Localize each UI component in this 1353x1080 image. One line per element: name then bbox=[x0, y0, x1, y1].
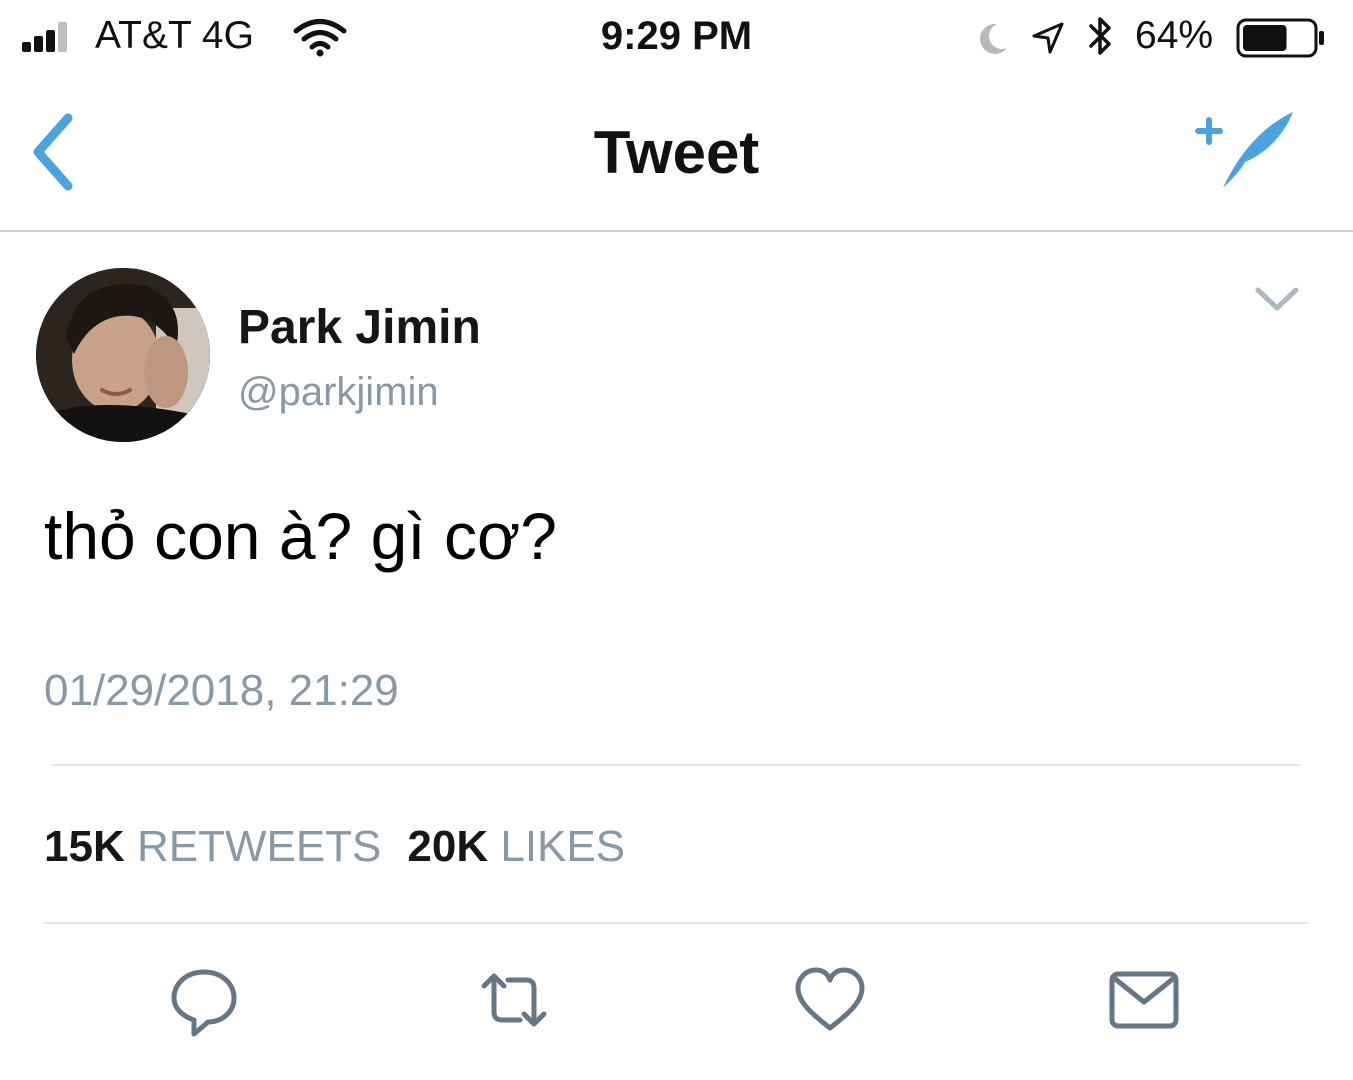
display-name[interactable]: Park Jimin bbox=[238, 300, 481, 355]
chevron-down-icon[interactable] bbox=[1252, 282, 1302, 316]
avatar-image bbox=[36, 268, 210, 442]
battery-percent: 64% bbox=[1135, 14, 1214, 57]
tweet-detail-screen: AT&T 4G 9:29 PM 64% Tweet Park Jimin @pa… bbox=[0, 0, 1353, 1080]
divider bbox=[44, 922, 1308, 924]
retweets-count: 15K bbox=[44, 822, 125, 871]
retweet-icon[interactable] bbox=[476, 962, 552, 1038]
location-arrow-icon bbox=[1032, 22, 1064, 54]
like-icon[interactable] bbox=[792, 962, 868, 1038]
page-title: Tweet bbox=[593, 119, 760, 186]
retweets-label: RETWEETS bbox=[136, 822, 382, 871]
nav-bar: Tweet bbox=[0, 80, 1353, 232]
tweet-text: thỏ con à? gì cơ? bbox=[44, 499, 557, 573]
compose-tweet-icon[interactable] bbox=[1195, 106, 1299, 194]
likes-count: 20K bbox=[407, 822, 489, 871]
user-handle[interactable]: @parkjimin bbox=[238, 370, 439, 415]
tweet-stats: 15K RETWEETS 20K LIKES bbox=[44, 822, 625, 872]
tweet-timestamp: 01/29/2018, 21:29 bbox=[44, 666, 399, 715]
bluetooth-icon bbox=[1089, 17, 1111, 55]
status-bar: AT&T 4G 9:29 PM 64% bbox=[0, 0, 1353, 80]
avatar[interactable] bbox=[36, 268, 210, 442]
reply-icon[interactable] bbox=[166, 962, 242, 1038]
likes-label: LIKES bbox=[500, 822, 626, 871]
battery-icon bbox=[1236, 18, 1324, 58]
likes-stat[interactable]: 20K LIKES bbox=[407, 822, 625, 871]
moon-icon bbox=[980, 23, 1007, 54]
direct-message-icon[interactable] bbox=[1106, 962, 1182, 1038]
retweet-stat[interactable]: 15K RETWEETS bbox=[44, 822, 381, 871]
divider bbox=[52, 764, 1300, 766]
